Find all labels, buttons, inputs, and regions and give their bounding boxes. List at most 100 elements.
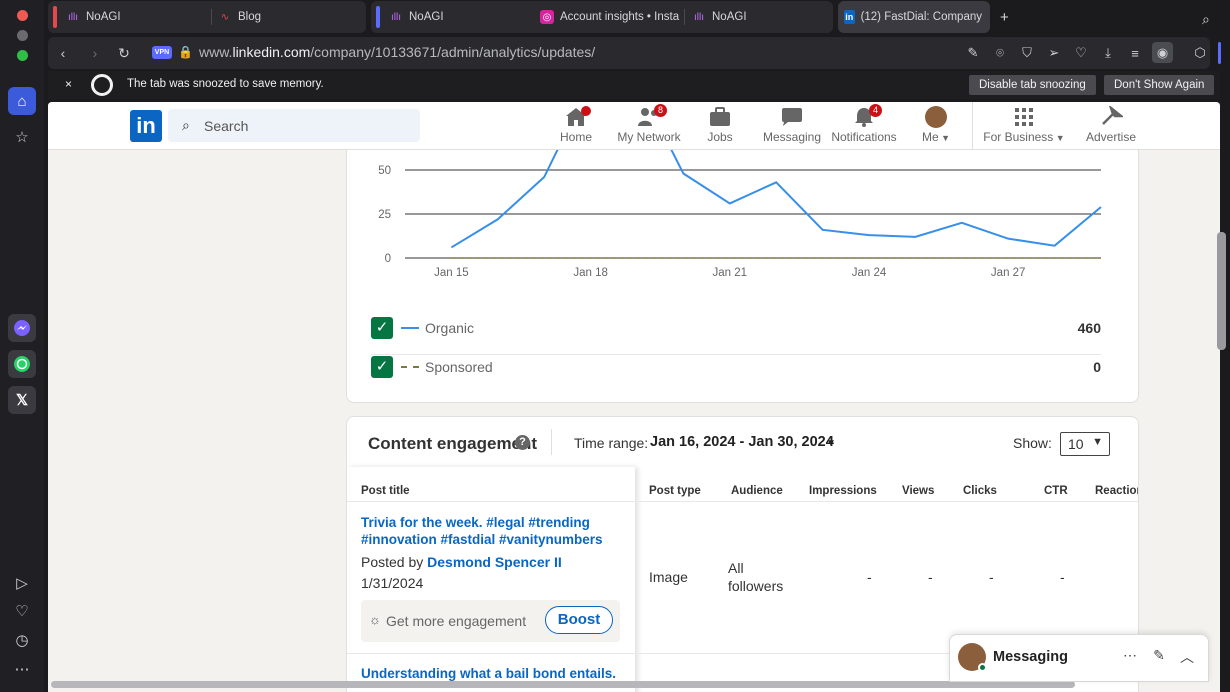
cell-clicks: - xyxy=(989,569,994,585)
back-icon[interactable]: ‹ xyxy=(54,44,72,62)
horizontal-scrollbar[interactable] xyxy=(51,681,1075,688)
reload-icon[interactable]: ↻ xyxy=(115,44,133,62)
cell-post-type: Image xyxy=(649,569,688,585)
snooze-notification-bar: × The tab was snoozed to save memory. Di… xyxy=(48,71,1220,99)
column-header-post-title[interactable]: Post title xyxy=(361,485,410,497)
caret-down-icon: ▼ xyxy=(1092,436,1103,448)
more-icon[interactable]: ⋯ xyxy=(8,655,36,683)
column-header-audience[interactable]: Audience xyxy=(731,485,783,497)
y-tick-label: 50 xyxy=(378,165,391,177)
grid-icon xyxy=(1012,106,1036,128)
nav-advertise[interactable]: Advertise xyxy=(1082,104,1140,144)
compose-icon[interactable]: ✎ xyxy=(1150,647,1168,665)
url-field[interactable]: www.linkedin.com/company/10133671/admin/… xyxy=(199,44,595,60)
flow-icon[interactable]: ➢ xyxy=(1045,44,1063,62)
cell-ctr: - xyxy=(1060,569,1065,585)
column-header-reaction[interactable]: Reaction xyxy=(1095,485,1138,497)
x-tick-label: Jan 27 xyxy=(991,267,1026,279)
dont-show-again-button[interactable]: Don't Show Again xyxy=(1104,75,1215,95)
tab-instagram[interactable]: ◎ Account insights • Insta xyxy=(540,2,680,32)
boost-button[interactable]: Boost xyxy=(545,606,613,634)
post-date: 1/31/2024 xyxy=(361,575,424,591)
caret-down-icon: ▼ xyxy=(1053,133,1065,143)
online-status-dot xyxy=(978,663,987,672)
tab-linkedin-active[interactable]: in (12) FastDial: Company xyxy=(844,2,982,32)
sponsored-checkbox[interactable]: ✓ xyxy=(371,356,393,378)
notifications-badge: 4 xyxy=(869,104,882,117)
linkedin-logo[interactable]: in xyxy=(130,110,162,142)
nav-for-business[interactable]: For Business ▼ xyxy=(982,106,1066,144)
edit-page-icon[interactable]: ✎ xyxy=(964,44,982,62)
heart-icon[interactable]: ♡ xyxy=(8,597,36,625)
home-icon[interactable]: ⌂ xyxy=(8,87,36,115)
nav-home[interactable]: Home xyxy=(558,106,594,144)
whatsapp-icon[interactable] xyxy=(8,350,36,378)
help-icon[interactable]: ? xyxy=(515,435,530,450)
new-tab-icon[interactable]: + xyxy=(1000,9,1009,26)
caret-down-icon: ▼ xyxy=(826,438,836,449)
pinboard-heart-icon[interactable]: ♡ xyxy=(1072,44,1090,62)
nav-me[interactable]: Me ▼ xyxy=(918,106,954,144)
legend-value-sponsored: 0 xyxy=(1093,359,1101,375)
chevron-up-icon[interactable]: ︿ xyxy=(1178,647,1196,665)
messaging-dock[interactable]: Messaging ⋯ ✎ ︿ xyxy=(949,634,1209,682)
column-header-impressions[interactable]: Impressions xyxy=(809,485,877,497)
my-network-icon: 8 xyxy=(637,104,667,128)
close-window-dot[interactable] xyxy=(17,10,28,21)
more-options-icon[interactable]: ⋯ xyxy=(1121,647,1139,665)
x-twitter-icon[interactable]: 𝕏 xyxy=(8,386,36,414)
messenger-icon[interactable] xyxy=(8,314,36,342)
noagi-favicon-icon: ıllı xyxy=(694,11,704,23)
lock-icon: 🔒 xyxy=(178,45,193,59)
tab-blog[interactable]: ∿ Blog xyxy=(218,2,358,32)
vertical-scrollbar[interactable] xyxy=(1217,232,1226,350)
x-tick-label: Jan 15 xyxy=(434,267,469,279)
search-tabs-icon[interactable]: ⌕ xyxy=(1202,11,1210,28)
close-icon[interactable]: × xyxy=(65,77,72,91)
maximize-window-dot[interactable] xyxy=(17,50,28,61)
post-title-link[interactable]: Trivia for the week. #legal #trending #i… xyxy=(361,514,603,548)
post-title-link[interactable]: Understanding what a bail bond entails. xyxy=(361,665,616,682)
x-tick-label: Jan 18 xyxy=(573,267,608,279)
lightbulb-icon: ☼ xyxy=(369,612,381,627)
easy-setup-icon[interactable]: ≡ xyxy=(1126,44,1144,62)
shield-icon[interactable]: ⛉ xyxy=(1018,44,1036,62)
messaging-icon xyxy=(780,106,804,128)
camera-icon[interactable]: ⌾ xyxy=(991,44,1009,62)
column-header-ctr[interactable]: CTR xyxy=(1044,485,1068,497)
minimize-window-dot[interactable] xyxy=(17,30,28,41)
disable-snoozing-button[interactable]: Disable tab snoozing xyxy=(969,75,1096,95)
tab-noagi-1[interactable]: ıllı NoAGI xyxy=(66,2,206,32)
search-input[interactable]: ⌕ Search xyxy=(168,109,420,142)
nav-messaging[interactable]: Messaging xyxy=(762,106,822,144)
my-network-badge: 8 xyxy=(654,104,667,117)
extensions-cube-icon[interactable]: ⬡ xyxy=(1191,44,1209,62)
tab-group-accent xyxy=(376,6,380,28)
noagi-favicon-icon: ıllı xyxy=(391,11,401,23)
y-tick-label: 25 xyxy=(378,209,391,221)
tab-noagi-2[interactable]: ıllı NoAGI xyxy=(389,2,529,32)
column-header-clicks[interactable]: Clicks xyxy=(963,485,997,497)
author-link[interactable]: Desmond Spencer II xyxy=(427,554,562,570)
divider xyxy=(551,429,552,455)
nav-jobs[interactable]: Jobs xyxy=(703,106,737,144)
cell-audience-line1: All xyxy=(728,560,744,576)
profile-icon[interactable]: ◉ xyxy=(1152,42,1173,63)
tab-separator xyxy=(211,9,212,25)
show-count-select[interactable]: 10 ▼ xyxy=(1060,432,1110,456)
nav-my-network[interactable]: 8 My Network xyxy=(617,104,681,144)
legend-label-sponsored: Sponsored xyxy=(425,359,493,375)
nav-notifications[interactable]: 4 Notifications xyxy=(830,104,898,144)
download-icon[interactable]: ⤓ xyxy=(1099,44,1117,62)
organic-checkbox[interactable]: ✓ xyxy=(371,317,393,339)
player-icon[interactable]: ▷ xyxy=(8,569,36,597)
sidebar-toggle-indicator[interactable] xyxy=(1218,42,1221,64)
history-icon[interactable]: ◷ xyxy=(8,626,36,654)
caret-down-icon: ▼ xyxy=(938,133,951,143)
star-icon[interactable]: ☆ xyxy=(8,123,36,151)
forward-icon[interactable]: › xyxy=(86,44,104,62)
column-header-post-type[interactable]: Post type xyxy=(649,485,701,497)
column-header-views[interactable]: Views xyxy=(902,485,934,497)
vpn-badge[interactable]: VPN xyxy=(152,46,172,59)
tab-noagi-3[interactable]: ıllı NoAGI xyxy=(692,2,832,32)
